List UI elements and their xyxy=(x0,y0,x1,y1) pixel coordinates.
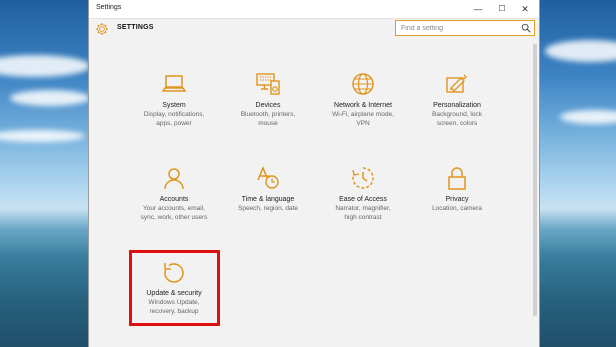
highlight-box xyxy=(129,250,220,326)
maximize-button[interactable]: ☐ xyxy=(491,0,513,18)
scrollbar[interactable] xyxy=(533,44,537,316)
tile-description: Wi-Fi, airplane mode, VPN xyxy=(332,111,394,127)
minimize-button[interactable]: — xyxy=(467,0,489,18)
tile-name: Time & language xyxy=(241,196,295,203)
tile-name: Network & Internet xyxy=(334,102,392,109)
globe-icon xyxy=(352,73,374,95)
person-icon xyxy=(164,168,184,190)
tile-name: Ease of Access xyxy=(339,196,387,203)
tile-accounts[interactable]: Accounts Your accounts, email, sync, wor… xyxy=(129,166,219,222)
lock-icon xyxy=(448,167,466,190)
tile-network-internet[interactable]: Network & Internet Wi-Fi, airplane mode,… xyxy=(318,72,408,128)
tile-privacy[interactable]: Privacy Location, camera xyxy=(412,166,502,213)
tile-personalization[interactable]: Personalization Background, lock screen,… xyxy=(412,72,502,128)
tile-description: Bluetooth, printers, mouse xyxy=(240,111,296,127)
ease-of-access-icon xyxy=(352,167,374,189)
tile-description: Narrator, magnifier, high contrast xyxy=(335,205,391,221)
search-box[interactable] xyxy=(395,20,535,36)
tile-description: Background, lock screen, colors xyxy=(432,111,482,127)
page-title: SETTINGS xyxy=(117,24,154,31)
tile-name: Personalization xyxy=(433,102,481,109)
tile-system[interactable]: System Display, notifications, apps, pow… xyxy=(129,72,219,128)
tile-ease-of-access[interactable]: Ease of Access Narrator, magnifier, high… xyxy=(318,166,408,222)
personalization-icon xyxy=(446,74,467,93)
window-title: Settings xyxy=(96,4,122,11)
laptop-icon xyxy=(162,75,186,92)
time-language-icon xyxy=(257,166,279,189)
tile-time-language[interactable]: Time & language Speech, region, date xyxy=(223,166,313,213)
title-bar: Settings — ☐ ✕ xyxy=(89,0,539,19)
gear-icon xyxy=(96,23,108,35)
tile-name: Devices xyxy=(255,102,281,109)
devices-icon xyxy=(256,73,280,95)
tile-devices[interactable]: Devices Bluetooth, printers, mouse xyxy=(223,72,313,128)
search-icon[interactable] xyxy=(521,23,531,33)
tile-name: Privacy xyxy=(445,196,469,203)
close-button[interactable]: ✕ xyxy=(514,0,536,18)
tile-name: Accounts xyxy=(159,196,189,203)
tile-description: Speech, region, date xyxy=(238,205,298,212)
search-input[interactable] xyxy=(401,22,517,34)
tile-name: System xyxy=(162,102,186,109)
tile-description: Display, notifications, apps, power xyxy=(143,111,205,127)
tile-description: Location, camera xyxy=(432,205,482,212)
tile-description: Your accounts, email, sync, work, other … xyxy=(140,205,208,221)
